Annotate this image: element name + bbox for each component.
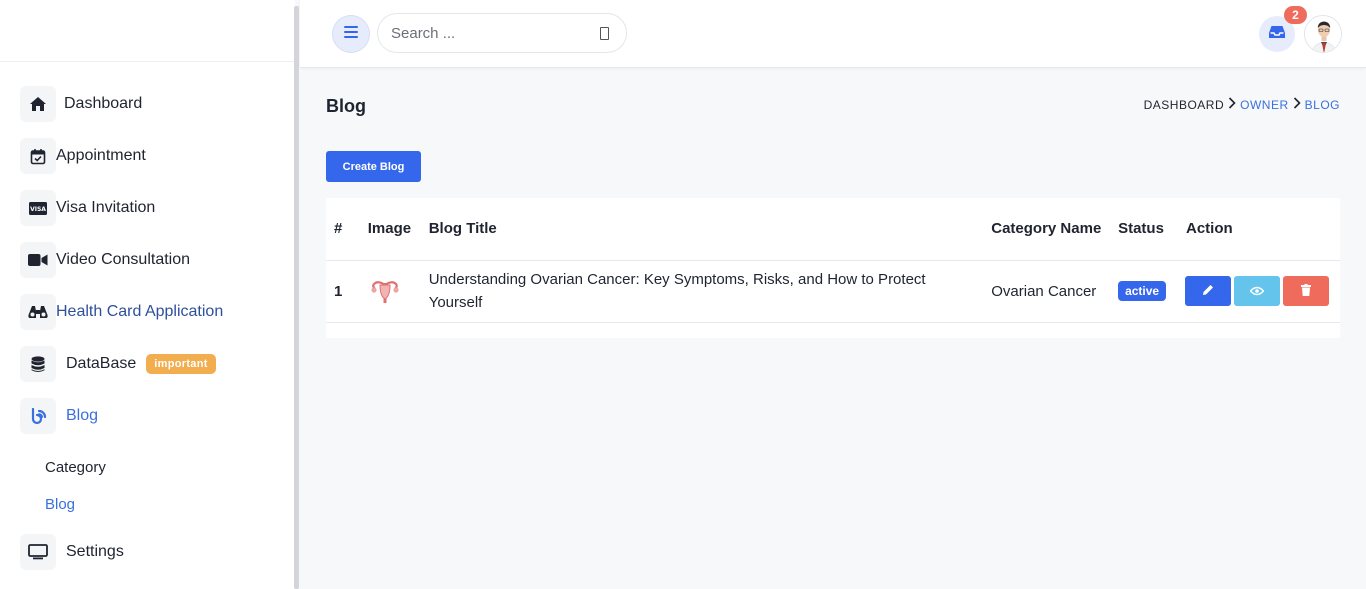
column-header-image: Image [359,198,421,261]
table-row: 1 Understanding Ovarian Cancer: Key Symp… [326,260,1340,323]
sidebar-item-label: Settings [66,543,124,560]
sidebar-item-video-consultation[interactable]: Video Consultation [20,242,190,278]
column-header-index: # [326,198,360,261]
sidebar-subitem-category[interactable]: Category [45,459,106,476]
sidebar-item-dashboard[interactable]: Dashboard [20,86,142,122]
trash-icon [1301,280,1311,303]
sidebar-item-label: Visa Invitation [56,199,156,216]
edit-button[interactable] [1185,276,1231,306]
pencil-icon [1202,280,1214,303]
breadcrumb-blog[interactable]: BLOG [1305,98,1340,112]
sidebar-item-health-card-application[interactable]: Health Card Application [20,294,223,330]
row-image [359,260,421,323]
svg-text:VISA: VISA [30,206,46,213]
sidebar-item-label: DataBase [66,355,137,372]
table-header-row: # Image Blog Title Category Name Status … [326,198,1340,261]
sidebar-item-label: Blog [66,407,99,424]
database-icon [20,346,56,382]
blog-table: # Image Blog Title Category Name Status … [326,198,1340,323]
avatar[interactable] [1304,15,1342,53]
column-header-action: Action [1178,198,1340,261]
sidebar-subitem-blog[interactable]: Blog [45,496,75,513]
sidebar: Dashboard Appointment VISA Visa Invitati… [0,0,295,589]
row-index: 1 [326,260,360,323]
blog-icon [20,398,56,434]
row-status: active [1110,260,1178,323]
blog-table-card: # Image Blog Title Category Name Status … [326,198,1340,338]
inbox-icon [1269,25,1285,44]
search-icon[interactable] [600,27,609,40]
menu-toggle-button[interactable] [333,16,369,52]
hamburger-icon [344,25,358,43]
sidebar-item-settings[interactable]: Settings [20,534,124,570]
sidebar-item-label: Video Consultation [56,251,191,268]
monitor-icon [20,534,56,570]
sidebar-item-label: Appointment [56,147,146,164]
column-header-category-name: Category Name [983,198,1111,261]
search-box [377,13,627,53]
sidebar-item-appointment[interactable]: Appointment [20,138,146,174]
row-blog-title: Understanding Ovarian Cancer: Key Sympto… [420,260,984,323]
breadcrumb: DASHBOARD OWNER BLOG [1144,97,1340,112]
chevron-right-icon [1228,97,1236,112]
delete-button[interactable] [1283,276,1329,306]
binoculars-icon [20,294,56,330]
eye-icon [1249,280,1265,303]
sidebar-brand [0,0,295,62]
home-icon [20,86,56,122]
sidebar-item-database[interactable]: DataBase important [20,346,216,382]
row-category: Ovarian Cancer [983,260,1111,323]
row-actions [1178,260,1340,323]
view-button[interactable] [1234,276,1280,306]
breadcrumb-dashboard[interactable]: DASHBOARD [1144,98,1225,112]
sidebar-item-blog[interactable]: Blog [20,398,98,434]
search-input[interactable] [391,24,581,42]
important-badge: important [146,354,216,374]
column-header-blog-title: Blog Title [420,198,984,261]
calendar-check-icon [20,138,56,174]
sidebar-item-label: Health Card Application [56,303,224,320]
breadcrumb-owner[interactable]: OWNER [1240,98,1289,112]
sidebar-scrollbar[interactable] [294,6,299,589]
status-badge: active [1118,281,1167,301]
video-camera-icon [20,242,56,278]
notification-count-badge: 2 [1284,6,1307,24]
sidebar-item-visa-invitation[interactable]: VISA Visa Invitation [20,190,155,226]
blog-thumbnail [367,274,402,308]
page-title: Blog [326,96,366,116]
column-header-status: Status [1110,198,1178,261]
visa-card-icon: VISA [20,190,56,226]
sidebar-item-label: Dashboard [64,95,143,112]
topbar: 2 [300,0,1366,68]
chevron-right-icon [1293,97,1301,112]
create-blog-button[interactable]: Create Blog [326,151,421,182]
